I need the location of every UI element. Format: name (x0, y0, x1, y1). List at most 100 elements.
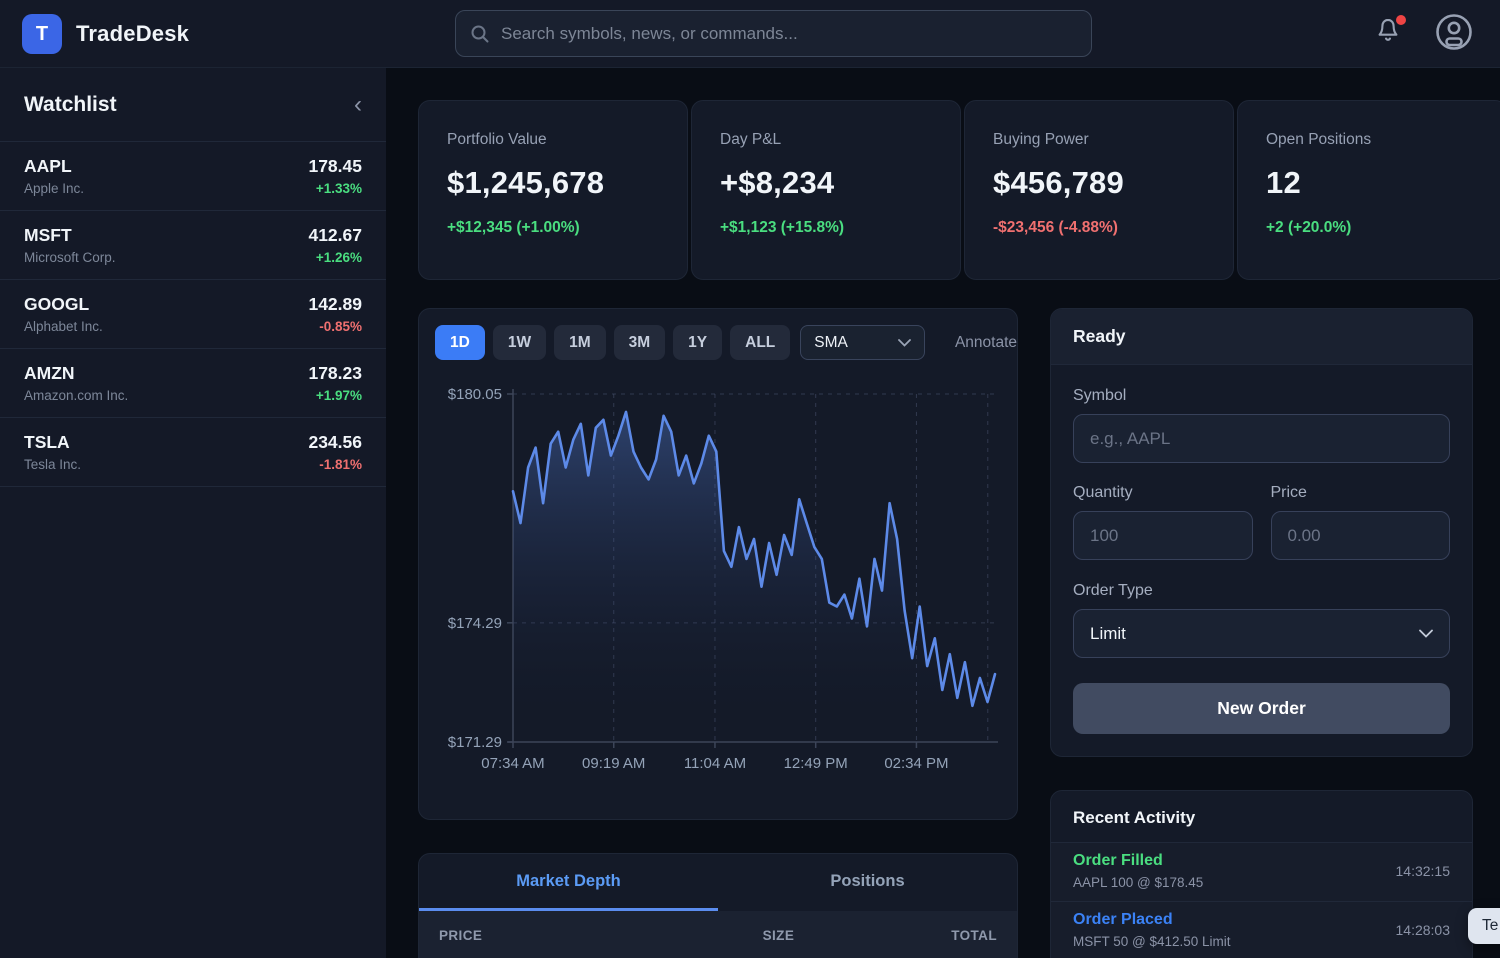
activity-row-filled: Order Filled AAPL 100 @ $178.45 14:32:15 (1051, 842, 1472, 901)
activity-detail: AAPL 100 @ $178.45 (1073, 875, 1203, 890)
new-order-button[interactable]: New Order (1073, 683, 1450, 734)
symbol: GOOGL (24, 294, 103, 315)
svg-text:02:34 PM: 02:34 PM (884, 755, 948, 772)
svg-text:$174.29: $174.29 (448, 615, 502, 632)
quantity-field[interactable] (1073, 511, 1253, 560)
recent-activity-title: Recent Activity (1051, 791, 1472, 842)
timeframe-1m-button[interactable]: 1M (554, 325, 606, 360)
column-size: SIZE (763, 928, 886, 943)
price: 178.23 (308, 363, 362, 384)
change: -1.81% (308, 457, 362, 472)
symbol: AAPL (24, 156, 84, 177)
watchlist-row-googl[interactable]: GOOGL Alphabet Inc. 142.89 -0.85% (0, 280, 386, 349)
stats-row: Portfolio Value $1,245,678 +$12,345 (+1.… (418, 100, 1500, 280)
indicator-value: SMA (814, 334, 848, 352)
stat-card-open-positions: Open Positions 12 +2 (+20.0%) (1237, 100, 1500, 280)
watchlist-header: Watchlist ‹ (0, 68, 386, 142)
price: 412.67 (308, 225, 362, 246)
activity-row-placed: Order Placed MSFT 50 @ $412.50 Limit 14:… (1051, 901, 1472, 958)
change: +1.26% (308, 250, 362, 265)
brand: T TradeDesk (22, 14, 189, 54)
activity-title: Order Filled (1073, 852, 1203, 870)
symbol: MSFT (24, 225, 116, 246)
order-status: Ready (1051, 309, 1472, 365)
symbol-label: Symbol (1073, 387, 1450, 405)
chart-card: 1D 1W 1M 3M 1Y ALL SMA Annotate $1 (418, 308, 1018, 820)
chart-toolbar: 1D 1W 1M 3M 1Y ALL SMA Annotate (435, 325, 1017, 360)
market-depth-card: Market Depth Positions PRICE SIZE TOTAL (418, 853, 1018, 958)
price: 142.89 (308, 294, 362, 315)
top-bar: T TradeDesk (0, 0, 1500, 68)
stat-change: +2 (+20.0%) (1266, 219, 1478, 237)
annotate-button[interactable]: Annotate (955, 334, 1017, 352)
watchlist-row-tsla[interactable]: TSLA Tesla Inc. 234.56 -1.81% (0, 418, 386, 487)
activity-title: Order Placed (1073, 911, 1231, 929)
price-field[interactable] (1271, 511, 1451, 560)
svg-text:09:19 AM: 09:19 AM (582, 755, 645, 772)
top-actions (1374, 12, 1474, 52)
svg-text:$171.29: $171.29 (448, 734, 502, 751)
column-price: PRICE (439, 928, 763, 943)
indicator-select[interactable]: SMA (800, 325, 925, 360)
collapse-sidebar-button[interactable]: ‹ (354, 93, 362, 117)
toast-notification: Te (1468, 908, 1500, 944)
app-root: T TradeDesk (0, 0, 1500, 958)
change: +1.97% (308, 388, 362, 403)
stat-card-day-pnl: Day P&L +$8,234 +$1,123 (+15.8%) (691, 100, 961, 280)
stat-value: $1,245,678 (447, 165, 659, 201)
svg-text:11:04 AM: 11:04 AM (684, 755, 746, 772)
order-type-select[interactable]: Limit (1073, 609, 1450, 658)
watchlist-rows: AAPL Apple Inc. 178.45 +1.33% MSFT Micro… (0, 142, 386, 487)
price: 178.45 (308, 156, 362, 177)
toast-text: Te (1482, 917, 1498, 934)
timeframe-1y-button[interactable]: 1Y (673, 325, 722, 360)
stat-label: Portfolio Value (447, 131, 659, 149)
company-name: Apple Inc. (24, 181, 84, 196)
watchlist-title: Watchlist (24, 93, 117, 117)
tab-market-depth[interactable]: Market Depth (419, 854, 718, 911)
chevron-down-icon (1419, 629, 1433, 638)
price-chart: $180.05$174.29$171.2907:34 AM09:19 AM11:… (435, 380, 1003, 798)
watchlist-sidebar: Watchlist ‹ AAPL Apple Inc. 178.45 +1.33… (0, 68, 386, 958)
company-name: Tesla Inc. (24, 457, 81, 472)
stat-label: Open Positions (1266, 131, 1478, 149)
company-name: Amazon.com Inc. (24, 388, 128, 403)
svg-text:$180.05: $180.05 (448, 386, 502, 403)
search-bar (455, 10, 1092, 57)
price-label: Price (1271, 484, 1451, 502)
search-icon (470, 24, 490, 44)
stat-label: Buying Power (993, 131, 1205, 149)
stat-value: $456,789 (993, 165, 1205, 201)
app-title: TradeDesk (76, 21, 189, 47)
user-avatar-icon (1434, 12, 1474, 52)
activity-detail: MSFT 50 @ $412.50 Limit (1073, 934, 1231, 949)
watchlist-row-amzn[interactable]: AMZN Amazon.com Inc. 178.23 +1.97% (0, 349, 386, 418)
column-total: TOTAL (885, 928, 997, 943)
order-entry-panel: Ready Symbol Quantity Price Order Type L… (1050, 308, 1473, 757)
bottom-tabs: Market Depth Positions (419, 854, 1017, 911)
watchlist-row-aapl[interactable]: AAPL Apple Inc. 178.45 +1.33% (0, 142, 386, 211)
notifications-button[interactable] (1374, 15, 1404, 49)
timeframe-all-button[interactable]: ALL (730, 325, 790, 360)
stat-change: +$1,123 (+15.8%) (720, 219, 932, 237)
change: +1.33% (308, 181, 362, 196)
stat-value: 12 (1266, 165, 1478, 201)
timeframe-3m-button[interactable]: 3M (614, 325, 666, 360)
notification-badge (1396, 15, 1406, 25)
timeframe-1w-button[interactable]: 1W (493, 325, 546, 360)
price: 234.56 (308, 432, 362, 453)
depth-table-header: PRICE SIZE TOTAL (419, 911, 1017, 958)
tab-positions[interactable]: Positions (718, 854, 1017, 911)
watchlist-row-msft[interactable]: MSFT Microsoft Corp. 412.67 +1.26% (0, 211, 386, 280)
stat-card-buying-power: Buying Power $456,789 -$23,456 (-4.88%) (964, 100, 1234, 280)
change: -0.85% (308, 319, 362, 334)
search-input[interactable] (501, 24, 1077, 44)
logo-letter: T (36, 23, 48, 46)
account-button[interactable] (1434, 12, 1474, 52)
company-name: Alphabet Inc. (24, 319, 103, 334)
stat-value: +$8,234 (720, 165, 932, 201)
activity-time: 14:28:03 (1396, 922, 1451, 938)
timeframe-1d-button[interactable]: 1D (435, 325, 485, 360)
symbol-field[interactable] (1073, 414, 1450, 463)
quantity-label: Quantity (1073, 484, 1253, 502)
